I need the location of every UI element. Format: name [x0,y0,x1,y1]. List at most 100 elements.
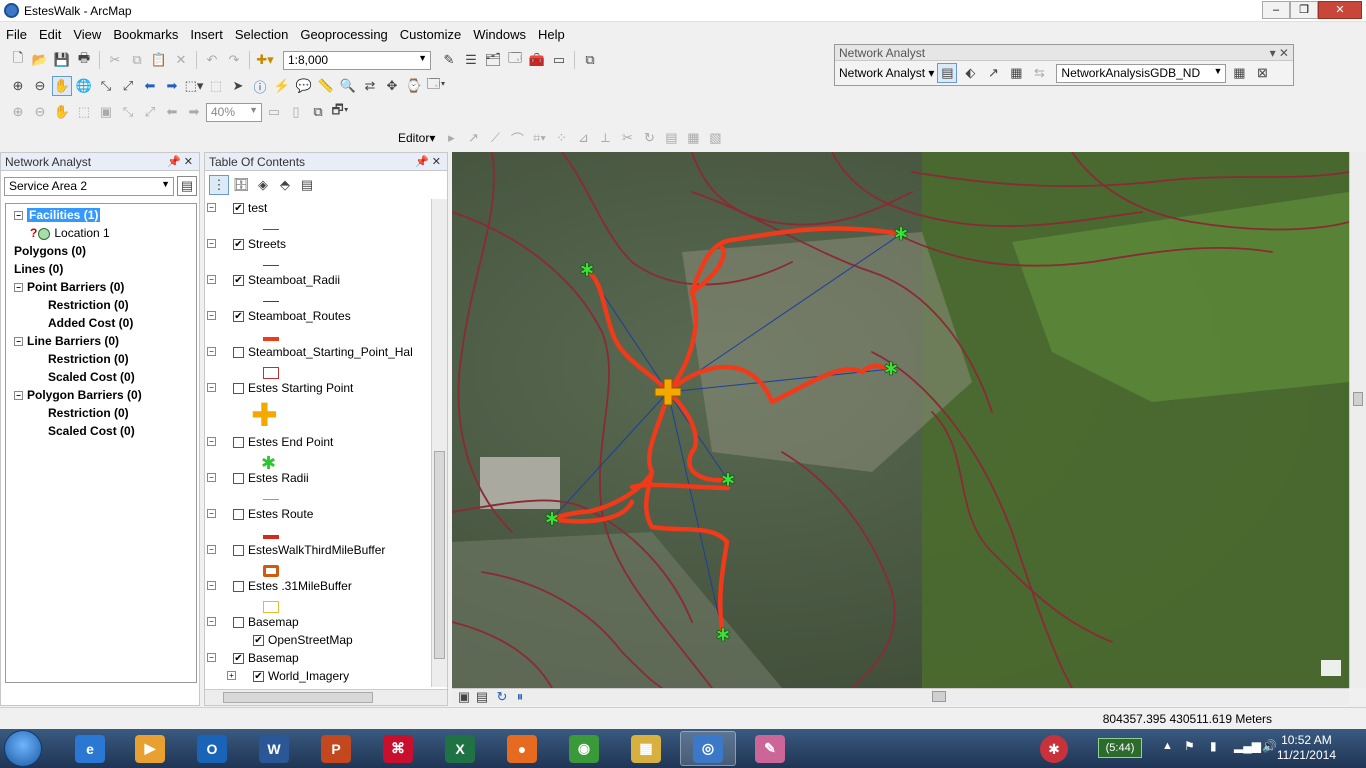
forward-extent-icon[interactable]: ➡ [162,76,182,96]
select-features-icon[interactable]: ⬚▾ [184,76,204,96]
layer-visibility-checkbox[interactable] [233,509,244,521]
layout-view-icon[interactable]: ▤ [472,687,492,707]
layer-visibility-checkbox[interactable]: ✔ [233,203,244,215]
toc-layer-row[interactable]: ✔ OpenStreetMap [253,633,353,651]
na-tree-item[interactable]: Restriction (0) [48,352,129,366]
toc-layer-row[interactable]: − EstesWalkThirdMileBuffer [207,543,385,561]
layout-forward-icon[interactable]: ➡ [184,102,204,122]
na-tree-item[interactable]: − Line Barriers (0) [14,334,119,348]
catalog-icon[interactable]: 🗂 [483,50,503,70]
layer-visibility-checkbox[interactable] [233,545,244,557]
copy-icon[interactable]: ⧉ [127,50,147,70]
close-icon[interactable]: ▾ ✕ [1270,45,1289,61]
create-features-icon[interactable]: ▧ [705,128,725,148]
save-icon[interactable]: 💾 [52,50,72,70]
layout-zoom-out-icon[interactable]: ⊖ [30,102,50,122]
new-document-icon[interactable]: 🗋 [8,50,28,70]
endpoint-arc-icon[interactable]: ⌒ [507,128,527,148]
layer-visibility-checkbox[interactable]: ✔ [233,311,244,323]
na-tree-item[interactable]: − Polygon Barriers (0) [14,388,142,402]
full-extent-icon[interactable]: 🌐 [74,76,94,96]
edit-tool-icon[interactable]: ▸ [441,128,461,148]
refresh-icon[interactable]: ↻ [492,687,512,707]
taskbar-paint[interactable]: ✎ [742,731,798,766]
measure-icon[interactable]: 📏 [316,76,336,96]
action-center-flag-icon[interactable]: ⚑ [1184,739,1195,753]
redo-icon[interactable]: ↷ [224,50,244,70]
toc-vertical-scrollbar[interactable] [431,199,447,687]
attributes-icon[interactable]: ▤ [661,128,681,148]
na-tree-item[interactable]: Scaled Cost (0) [48,424,135,438]
toc-layer-row[interactable]: − Estes Radii [207,471,309,489]
collapse-icon[interactable]: − [207,581,216,590]
layer-visibility-checkbox[interactable]: ✔ [233,275,244,287]
toc-layer-row[interactable]: − Estes .31MileBuffer [207,579,352,597]
taskbar-acrobat[interactable]: ⌘ [370,731,426,766]
table-of-contents-icon[interactable]: ☰ [461,50,481,70]
rotate-icon[interactable]: ↻ [639,128,659,148]
identify-icon[interactable]: ⓘ [250,76,270,96]
collapse-icon[interactable]: − [207,383,216,392]
menu-bookmarks[interactable]: Bookmarks [107,24,184,45]
na-tree-item[interactable]: − Facilities (1) [14,208,101,222]
fixed-zoom-out-icon[interactable]: ⤢ [118,76,138,96]
collapse-icon[interactable]: − [14,283,23,293]
na-tree-item[interactable]: Restriction (0) [48,298,129,312]
list-by-drawing-order-icon[interactable]: ⋮ [209,175,229,195]
volume-icon[interactable]: 🔊 [1262,739,1277,753]
na-tree-item[interactable]: Added Cost (0) [48,316,133,330]
toc-layer-row[interactable]: − ✔ Basemap [207,651,299,669]
taskbar-internet-explorer[interactable]: e [62,731,118,766]
collapse-icon[interactable]: − [207,617,216,626]
sketch-properties-icon[interactable]: ▦ [683,128,703,148]
cut-icon[interactable]: ✂ [105,50,125,70]
straight-segment-icon[interactable]: ⟋ [485,128,505,148]
clear-selection-icon[interactable]: ⬚ [206,76,226,96]
na-tree-item[interactable]: Restriction (0) [48,406,129,420]
taskbar-firefox[interactable]: ● [494,731,550,766]
layout-fixed-zoom-in-icon[interactable]: ⤡ [118,102,138,122]
toc-layer-row[interactable]: − ✔ Steamboat_Radii [207,273,340,291]
toggle-draft-mode-icon[interactable]: ▭ [264,102,284,122]
solve-icon[interactable]: ▦ [1006,63,1026,83]
pause-drawing-icon[interactable]: ⏸ [510,687,530,707]
taskbar-media-player[interactable]: ▶ [122,731,178,766]
na-tree-item[interactable]: ? Location 1 [30,226,110,240]
network-signal-icon[interactable]: ▂▄▆ [1234,739,1261,753]
data-driven-pages-icon[interactable]: 🗗▾ [330,102,350,122]
zoom-in-icon[interactable]: ⊕ [8,76,28,96]
menu-windows[interactable]: Windows [467,24,532,45]
security-tray-icon[interactable]: ✱ [1040,735,1068,763]
reshape-icon[interactable]: ⊿ [573,128,593,148]
list-by-selection-icon[interactable]: ⬘ [275,175,295,195]
network-dataset-dropdown[interactable]: NetworkAnalysisGDB_ND ▼ [1056,63,1227,83]
model-builder-icon[interactable]: ⧉ [580,50,600,70]
change-layout-icon[interactable]: ⧉ [308,102,328,122]
network-analyst-menu[interactable]: Network Analyst ▾ [839,66,934,80]
collapse-icon[interactable]: − [207,545,216,554]
maximize-button[interactable]: ❐ [1290,1,1318,19]
layout-pan-icon[interactable]: ✋ [52,102,72,122]
map-horizontal-scrollbar[interactable]: ▣ ▤ ↻ ⏸ [452,688,1349,705]
go-to-xy-icon[interactable]: ✥ [382,76,402,96]
taskbar-file-explorer[interactable]: ▦ [618,731,674,766]
menu-insert[interactable]: Insert [184,24,229,45]
toc-layer-row[interactable]: − ✔ Streets [207,237,286,255]
toc-layer-row[interactable]: − ✔ test [207,201,267,219]
expand-icon[interactable]: + [227,671,236,680]
cut-polygons-icon[interactable]: ⟂ [595,128,615,148]
layout-fixed-zoom-out-icon[interactable]: ⤢ [140,102,160,122]
html-popup-icon[interactable]: 💬 [294,76,314,96]
collapse-icon[interactable]: − [14,391,23,401]
find-icon[interactable]: 🔍 [338,76,358,96]
undo-icon[interactable]: ↶ [202,50,222,70]
toc-hscroll-thumb[interactable] [223,692,373,703]
collapse-icon[interactable]: − [207,311,216,320]
menu-view[interactable]: View [67,24,107,45]
collapse-icon[interactable]: − [207,509,216,518]
map-vscroll-thumb[interactable] [1353,392,1363,406]
toc-scroll-thumb[interactable] [434,451,445,659]
zoom-whole-page-icon[interactable]: ⬚ [74,102,94,122]
back-extent-icon[interactable]: ⬅ [140,76,160,96]
map-vertical-scrollbar[interactable] [1349,152,1366,688]
